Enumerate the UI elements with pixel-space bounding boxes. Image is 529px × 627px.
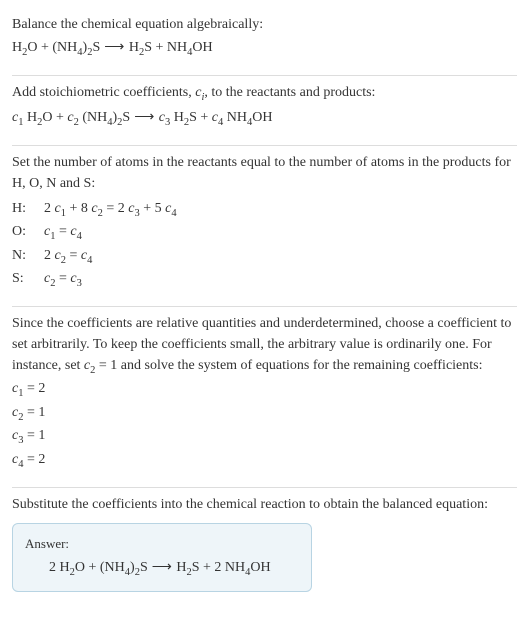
coef-sub: 4 xyxy=(87,255,92,266)
eq-text: O + (NH xyxy=(75,560,125,575)
eq-text: O + xyxy=(42,110,67,125)
atom-row-o: O: c1 = c4 xyxy=(12,221,517,245)
atom-eq: 2 c2 = c4 xyxy=(44,245,92,269)
arrow-icon: ⟶ xyxy=(100,40,129,55)
final-heading: Substitute the coefficients into the che… xyxy=(12,494,517,515)
atoms-section: Set the number of atoms in the reactants… xyxy=(12,146,517,307)
eq-text: 2 xyxy=(44,248,55,263)
eq-text: NH xyxy=(223,110,247,125)
solve-text-b: = 1 and solve the system of equations fo… xyxy=(95,358,482,373)
result-val: = 2 xyxy=(23,381,45,396)
result-row: c3 = 1 xyxy=(12,425,517,449)
unbalanced-equation: H2O + (NH4)2S ⟶ H2S + NH4OH xyxy=(12,37,517,61)
eq-text: H xyxy=(23,110,37,125)
atom-label: O: xyxy=(12,221,34,245)
final-section: Substitute the coefficients into the che… xyxy=(12,488,517,606)
atom-label: N: xyxy=(12,245,34,269)
atom-table: H: 2 c1 + 8 c2 = 2 c3 + 5 c4 O: c1 = c4 … xyxy=(12,198,517,292)
eq-text: = xyxy=(55,224,70,239)
eq-text: S + xyxy=(189,110,212,125)
eq-text: S xyxy=(140,560,148,575)
solve-section: Since the coefficients are relative quan… xyxy=(12,307,517,488)
atoms-heading: Set the number of atoms in the reactants… xyxy=(12,152,517,194)
eq-text: + 5 xyxy=(140,201,165,216)
eq-text: OH xyxy=(192,40,212,55)
solve-text: Since the coefficients are relative quan… xyxy=(12,313,517,379)
atom-eq: 2 c1 + 8 c2 = 2 c3 + 5 c4 xyxy=(44,198,177,222)
heading-text: Add stoichiometric coefficients, xyxy=(12,85,195,100)
result-val: = 1 xyxy=(23,405,45,420)
atom-row-s: S: c2 = c3 xyxy=(12,268,517,292)
coef-sub: 3 xyxy=(77,278,82,289)
eq-text: = 2 xyxy=(103,201,128,216)
eq-text: S + 2 NH xyxy=(192,560,245,575)
eq-text: S + NH xyxy=(144,40,187,55)
eq-text: OH xyxy=(250,560,270,575)
atom-label: H: xyxy=(12,198,34,222)
heading-text: , to the reactants and products: xyxy=(204,85,375,100)
eq-text: H xyxy=(129,40,139,55)
balanced-equation: 2 H2O + (NH4)2S ⟶ H2S + 2 NH4OH xyxy=(25,557,299,581)
result-val: = 1 xyxy=(23,428,45,443)
stoich-equation: c1 H2O + c2 (NH4)2S ⟶ c3 H2S + c4 NH4OH xyxy=(12,107,517,131)
eq-text: 2 H xyxy=(49,560,70,575)
atom-row-n: N: 2 c2 = c4 xyxy=(12,245,517,269)
result-row: c1 = 2 xyxy=(12,378,517,402)
eq-text: + 8 xyxy=(66,201,91,216)
coefficient-results: c1 = 2 c2 = 1 c3 = 1 c4 = 2 xyxy=(12,378,517,472)
atom-row-h: H: 2 c1 + 8 c2 = 2 c3 + 5 c4 xyxy=(12,198,517,222)
arrow-icon: ⟶ xyxy=(148,560,177,575)
stoich-section: Add stoichiometric coefficients, ci, to … xyxy=(12,76,517,146)
eq-text: = xyxy=(66,248,81,263)
eq-text: (NH xyxy=(79,110,107,125)
eq-text: H xyxy=(176,560,186,575)
atom-eq: c1 = c4 xyxy=(44,221,82,245)
eq-text: O + (NH xyxy=(27,40,77,55)
eq-text: H xyxy=(12,40,22,55)
result-row: c4 = 2 xyxy=(12,449,517,473)
eq-text: 2 xyxy=(44,201,55,216)
intro-heading: Balance the chemical equation algebraica… xyxy=(12,14,517,35)
coef-sub: 4 xyxy=(77,231,82,242)
result-val: = 2 xyxy=(23,452,45,467)
stoich-heading: Add stoichiometric coefficients, ci, to … xyxy=(12,82,517,106)
arrow-icon: ⟶ xyxy=(130,110,159,125)
eq-text: H xyxy=(170,110,184,125)
atom-eq: c2 = c3 xyxy=(44,268,82,292)
intro-section: Balance the chemical equation algebraica… xyxy=(12,8,517,76)
answer-label: Answer: xyxy=(25,534,299,554)
eq-text: = xyxy=(55,271,70,286)
eq-text: OH xyxy=(252,110,272,125)
answer-box: Answer: 2 H2O + (NH4)2S ⟶ H2S + 2 NH4OH xyxy=(12,523,312,592)
coef-sub: 4 xyxy=(171,207,176,218)
atom-label: S: xyxy=(12,268,34,292)
result-row: c2 = 1 xyxy=(12,402,517,426)
